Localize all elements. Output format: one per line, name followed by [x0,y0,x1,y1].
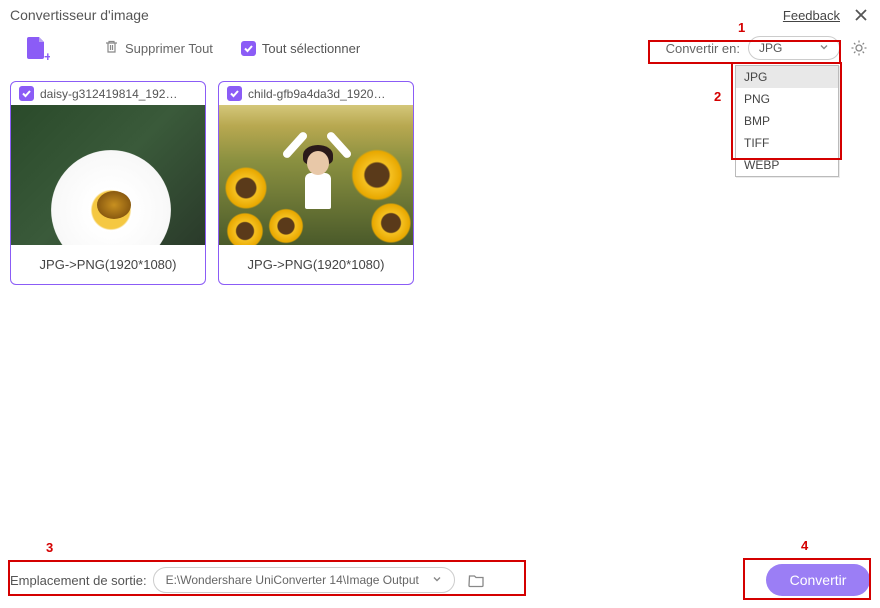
select-all-checkbox[interactable]: Tout sélectionner [241,41,360,56]
card-conversion-info: JPG->PNG(1920*1080) [11,245,205,284]
output-location-label: Emplacement de sortie: [10,573,147,588]
add-image-button[interactable]: + [22,33,52,63]
dropdown-option-jpg[interactable]: JPG [736,66,838,88]
close-icon [854,8,868,22]
annotation-number: 3 [46,540,53,555]
card-checkbox[interactable] [227,86,242,101]
card-checkbox[interactable] [19,86,34,101]
select-all-label: Tout sélectionner [262,41,360,56]
card-filename: daisy-g312419814_192… [40,87,177,101]
dropdown-option-tiff[interactable]: TIFF [736,132,838,154]
chevron-down-icon [432,573,442,587]
format-select[interactable]: JPG [748,36,840,60]
output-path-value: E:\Wondershare UniConverter 14\Image Out… [166,573,419,587]
feedback-link[interactable]: Feedback [783,8,840,23]
annotation-number: 1 [738,20,745,35]
open-folder-button[interactable] [467,570,487,590]
annotation-number: 4 [801,538,808,553]
svg-text:+: + [44,49,50,61]
card-filename: child-gfb9a4da3d_1920… [248,87,385,101]
gear-icon [850,39,868,57]
close-button[interactable] [852,6,870,24]
format-dropdown: JPG PNG BMP TIFF WEBP [735,65,839,177]
output-path-select[interactable]: E:\Wondershare UniConverter 14\Image Out… [153,567,455,593]
convert-button[interactable]: Convertir [766,564,870,596]
card-thumbnail [11,105,205,245]
convert-to-label: Convertir en: [666,41,740,56]
window-title: Convertisseur d'image [10,7,149,23]
folder-icon [468,573,485,588]
dropdown-option-png[interactable]: PNG [736,88,838,110]
delete-all-button[interactable]: Supprimer Tout [104,39,213,57]
chevron-down-icon [819,41,829,55]
add-file-icon: + [24,35,50,61]
image-card[interactable]: child-gfb9a4da3d_1920… JPG->PNG(1920*108… [218,81,414,285]
checkbox-checked-icon [21,88,32,99]
checkbox-checked-icon [229,88,240,99]
checkbox-checked-icon [241,41,256,56]
image-card[interactable]: daisy-g312419814_192… JPG->PNG(1920*1080… [10,81,206,285]
annotation-number: 2 [714,89,721,104]
card-thumbnail [219,105,413,245]
settings-button[interactable] [848,37,870,59]
dropdown-option-webp[interactable]: WEBP [736,154,838,176]
delete-all-label: Supprimer Tout [125,41,213,56]
trash-icon [104,39,119,57]
dropdown-option-bmp[interactable]: BMP [736,110,838,132]
card-conversion-info: JPG->PNG(1920*1080) [219,245,413,284]
format-selected-value: JPG [759,41,782,55]
